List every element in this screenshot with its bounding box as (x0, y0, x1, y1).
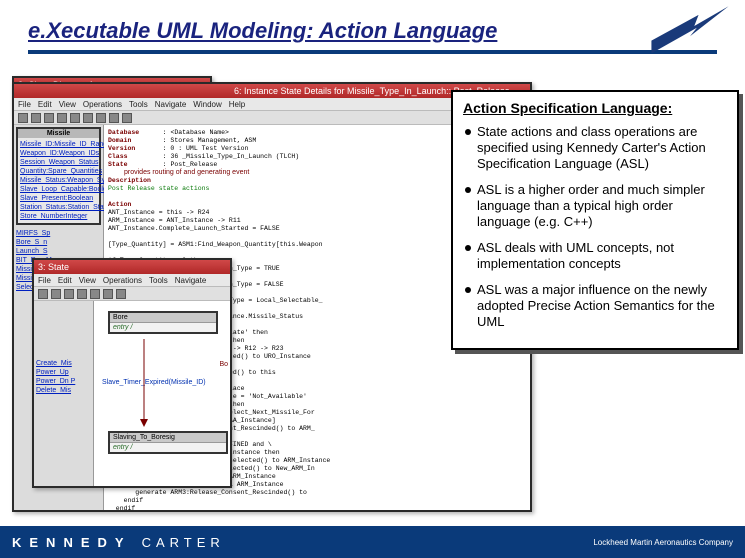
meta-k1: Database (108, 129, 139, 136)
state-title: Bore (110, 313, 216, 323)
tool-icon[interactable] (57, 113, 67, 123)
menu-view[interactable]: View (79, 276, 96, 285)
brand-word-1: KENNEDY (12, 535, 132, 550)
truncated-note: Bo (219, 361, 228, 368)
tool-icon[interactable] (90, 289, 100, 299)
window-state-diagram: 3: State File Edit View Operations Tools… (32, 258, 232, 488)
state-entry: entry / (110, 443, 226, 452)
menu-navigate[interactable]: Navigate (155, 100, 187, 109)
slide-footer: KENNEDY CARTER Lockheed Martin Aeronautic… (0, 526, 745, 558)
attr-link[interactable]: Session_Weapon_Status (20, 158, 97, 167)
menu-file[interactable]: File (38, 276, 51, 285)
window3-menubar[interactable]: File Edit View Operations Tools Navigate (34, 274, 230, 287)
tool-icon[interactable] (64, 289, 74, 299)
tool-icon[interactable] (116, 289, 126, 299)
menu-file[interactable]: File (18, 100, 31, 109)
state-title: Slaving_To_Boresig (110, 433, 226, 443)
attr-link[interactable]: MIRFS_Sp (16, 229, 101, 238)
state-bore[interactable]: Bore entry / (108, 311, 218, 334)
company-star-logo (645, 2, 735, 62)
callout-heading: Action Specification Language: (463, 100, 727, 116)
tool-icon[interactable] (109, 113, 119, 123)
callout-item: ASL deals with UML concepts, not impleme… (463, 240, 727, 272)
meta-k3: Version (108, 145, 135, 152)
attr-link[interactable]: Slave_Loop_Capable:Boolean (20, 185, 97, 194)
menu-navigate[interactable]: Navigate (175, 276, 207, 285)
attr-link[interactable]: Bore_S_n (16, 238, 101, 247)
window3-titlebar[interactable]: 3: State (34, 260, 230, 274)
callout-item: ASL is a higher order and much simpler l… (463, 182, 727, 230)
annotation-note: provides routing of and generating event (124, 168, 249, 177)
callout-box: Action Specification Language: State act… (451, 90, 739, 350)
tool-icon[interactable] (83, 113, 93, 123)
op-link[interactable]: Power_Dn P (36, 377, 91, 386)
slide-header: e.Xecutable UML Modeling: Action Languag… (0, 0, 745, 70)
state-entry: entry / (110, 323, 216, 332)
op-link[interactable]: Create_Mis (36, 359, 91, 368)
menu-window[interactable]: Window (193, 100, 221, 109)
attr-link[interactable]: Quantity:Spare_Quantities (20, 167, 97, 176)
meta-k5: State (108, 161, 128, 168)
op-link[interactable]: Power_Up (36, 368, 91, 377)
attr-link[interactable]: Missile_Status:Weapon_System_Status (20, 176, 97, 185)
tool-icon[interactable] (96, 113, 106, 123)
window3-sidebar[interactable]: Create_Mis Power_Up Power_Dn P Delete_Mi… (34, 301, 94, 486)
tool-icon[interactable] (18, 113, 28, 123)
menu-tools[interactable]: Tools (129, 100, 148, 109)
window3-canvas[interactable]: Bore entry / Slave_Timer_Expired(Missile… (94, 301, 230, 486)
menu-operations[interactable]: Operations (103, 276, 142, 285)
tool-icon[interactable] (103, 289, 113, 299)
action-label: Action (108, 201, 131, 208)
header-divider (28, 50, 717, 54)
menu-help[interactable]: Help (229, 100, 245, 109)
attr-link[interactable]: Station_Status:Station_Status_Type (20, 203, 97, 212)
tool-icon[interactable] (51, 289, 61, 299)
window3-title: 3: State (38, 262, 69, 272)
desc-text: Post Release state actions (108, 185, 209, 192)
tool-icon[interactable] (31, 113, 41, 123)
op-link[interactable]: Delete_Mis (36, 386, 91, 395)
transition-arrow-icon (134, 339, 154, 429)
callout-item: ASL was a major influence on the newly a… (463, 282, 727, 330)
tool-icon[interactable] (122, 113, 132, 123)
attr-link[interactable]: Store_NumberInteger (20, 212, 97, 221)
tool-icon[interactable] (44, 113, 54, 123)
tool-icon[interactable] (38, 289, 48, 299)
callout-list: State actions and class operations are s… (463, 124, 727, 330)
meta-k2: Domain (108, 137, 131, 144)
menu-edit[interactable]: Edit (58, 276, 72, 285)
tool-icon[interactable] (70, 113, 80, 123)
class-box-title: Missile (18, 129, 99, 138)
window3-toolbar[interactable] (34, 287, 230, 301)
attr-link[interactable]: Launch_S (16, 247, 101, 256)
attr-link[interactable]: Missile_ID:Missile_ID_Range (20, 140, 97, 149)
attr-link[interactable]: Weapon_ID:Weapon_IDs (20, 149, 97, 158)
menu-edit[interactable]: Edit (38, 100, 52, 109)
slide-content: 2: Class Diagram for File Edit View 6: I… (0, 70, 745, 510)
brand-word-2: CARTER (142, 535, 225, 550)
state-slaving[interactable]: Slaving_To_Boresig entry / (108, 431, 228, 454)
slide-title: e.Xecutable UML Modeling: Action Languag… (28, 18, 717, 44)
footer-copyright: Lockheed Martin Aeronautics Company (593, 538, 733, 547)
class-box-missile[interactable]: Missile Missile_ID:Missile_ID_Range Weap… (16, 127, 101, 225)
desc-label: Description (108, 177, 151, 184)
attr-link[interactable]: Slave_Present:Boolean (20, 194, 97, 203)
menu-operations[interactable]: Operations (83, 100, 122, 109)
tool-icon[interactable] (77, 289, 87, 299)
callout-item: State actions and class operations are s… (463, 124, 727, 172)
menu-tools[interactable]: Tools (149, 276, 168, 285)
menu-view[interactable]: View (59, 100, 76, 109)
meta-k4: Class (108, 153, 128, 160)
footer-brand: KENNEDY CARTER (12, 535, 225, 550)
